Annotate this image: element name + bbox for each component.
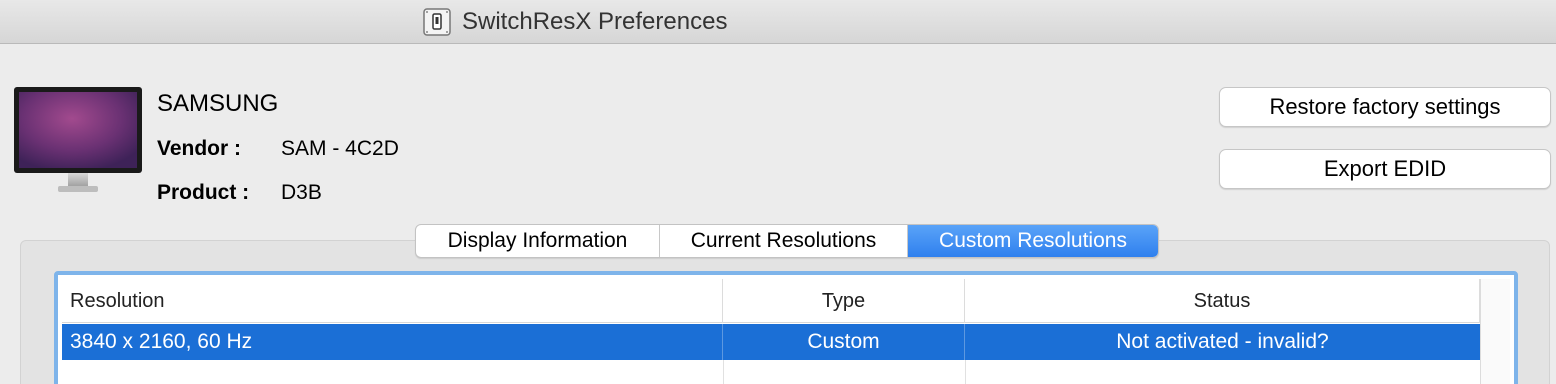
column-header-type[interactable]: Type: [723, 279, 965, 323]
column-divider: [965, 360, 966, 384]
tab-bar: Display Information Current Resolutions …: [415, 224, 1159, 258]
table-scrollbar[interactable]: [1480, 279, 1510, 384]
vendor-label: Vendor :: [157, 137, 242, 160]
tab-custom-resolutions[interactable]: Custom Resolutions: [908, 225, 1158, 257]
export-edid-button[interactable]: Export EDID: [1219, 149, 1551, 189]
monitor-icon: [14, 87, 142, 192]
column-header-resolution[interactable]: Resolution: [62, 279, 723, 323]
table-row[interactable]: 3840 x 2160, 60 Hz Custom Not activated …: [62, 324, 1480, 360]
column-header-status[interactable]: Status: [965, 279, 1480, 323]
product-value: D3B: [281, 181, 322, 204]
tab-current-resolutions[interactable]: Current Resolutions: [660, 225, 908, 257]
custom-resolutions-table[interactable]: Resolution Type Status 3840 x 2160, 60 H…: [62, 279, 1510, 384]
title-bar: SwitchResX Preferences: [0, 0, 1556, 44]
product-label: Product :: [157, 181, 250, 204]
tab-display-information[interactable]: Display Information: [416, 225, 660, 257]
vendor-value: SAM - 4C2D: [281, 137, 399, 160]
restore-factory-settings-button[interactable]: Restore factory settings: [1219, 87, 1551, 127]
window-title: SwitchResX Preferences: [422, 6, 727, 38]
switchresx-app-icon: [423, 8, 451, 36]
cell-status: Not activated - invalid?: [1116, 330, 1329, 353]
display-name: SAMSUNG: [157, 90, 279, 117]
table-header: Resolution Type Status: [62, 279, 1510, 323]
window-title-text: SwitchResX Preferences: [462, 8, 728, 35]
cell-resolution: 3840 x 2160, 60 Hz: [62, 324, 723, 360]
column-divider: [723, 360, 724, 384]
cell-type: Custom: [723, 324, 965, 360]
